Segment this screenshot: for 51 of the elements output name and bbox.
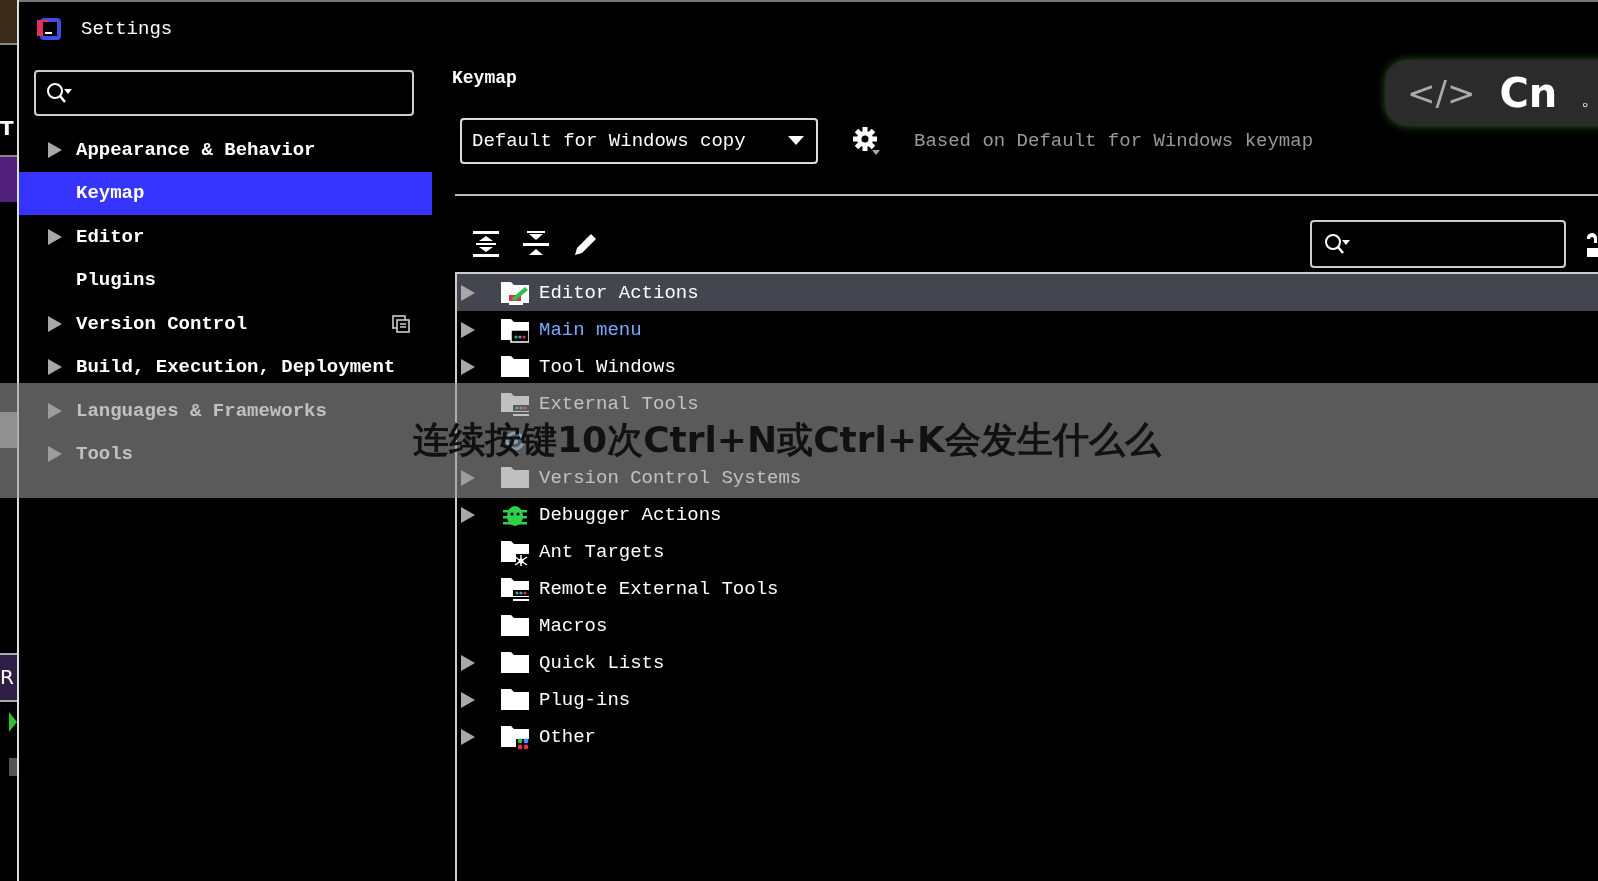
window-title: Settings (81, 18, 173, 40)
tree-item[interactable]: Main menu (457, 311, 1598, 348)
sidebar-item[interactable]: Keymap (19, 171, 432, 215)
expand-arrow-icon[interactable] (461, 654, 475, 671)
pencil-icon[interactable] (573, 231, 599, 257)
tree-item[interactable]: Version Control Systems (457, 459, 1598, 496)
search-icon (1324, 233, 1350, 255)
background-text: T (0, 115, 15, 142)
app-logo-icon (37, 16, 63, 42)
search-field[interactable] (34, 70, 414, 116)
expand-arrow-icon[interactable] (461, 728, 475, 745)
background-tab[interactable]: R (0, 653, 17, 702)
keymap-description: Based on Default for Windows keymap (914, 130, 1314, 152)
expand-arrow-icon[interactable] (461, 691, 475, 708)
tree-item[interactable]: Editor Actions (457, 274, 1598, 311)
gear-icon[interactable] (852, 126, 880, 156)
expand-arrow-icon[interactable] (48, 315, 62, 332)
tree-item[interactable]: Ant Targets (457, 533, 1598, 570)
tree-item[interactable]: Quick Lists (457, 644, 1598, 681)
caret-icon (788, 136, 804, 146)
stop-icon[interactable] (7, 758, 17, 776)
section-heading: Keymap (452, 68, 518, 88)
expand-all-icon[interactable] (473, 231, 499, 257)
expand-arrow-icon[interactable] (48, 228, 62, 245)
expand-arrow-icon[interactable] (461, 321, 475, 338)
tree-item[interactable]: Debugger Actions (457, 496, 1598, 533)
background-panel (0, 412, 17, 448)
keymap-dropdown[interactable]: Default for Windows copy (460, 118, 818, 164)
run-icon[interactable] (7, 712, 17, 732)
sidebar-item[interactable]: Editor (19, 215, 432, 259)
expand-arrow-icon[interactable] (461, 284, 475, 301)
expand-arrow-icon[interactable] (461, 358, 475, 375)
background-panel (0, 155, 17, 202)
expand-arrow-icon[interactable] (48, 141, 62, 158)
sidebar-item[interactable]: Appearance & Behavior (19, 128, 432, 172)
background-panel (0, 0, 17, 45)
collapse-all-icon[interactable] (523, 231, 549, 257)
expand-arrow-icon[interactable] (461, 506, 475, 523)
sidebar-item[interactable]: Build, Execution, Deployment (19, 345, 432, 389)
search-field[interactable] (1310, 220, 1566, 268)
tree-item[interactable]: Remote External Tools (457, 570, 1598, 607)
sidebar-item[interactable]: Version Control (19, 302, 432, 346)
tree-item[interactable]: Macros (457, 607, 1598, 644)
input-method-indicator[interactable]: </> Cn 。 (1385, 60, 1598, 126)
search-icon (46, 82, 72, 104)
tree-item[interactable]: External Tools (457, 385, 1598, 422)
tree-item[interactable]: Plug-ins (457, 681, 1598, 718)
tree-item[interactable]: Other (457, 718, 1598, 755)
sidebar-item[interactable]: Plugins (19, 258, 432, 302)
tree-item[interactable]: Tool Windows (457, 348, 1598, 385)
expand-arrow-icon[interactable] (48, 359, 62, 376)
